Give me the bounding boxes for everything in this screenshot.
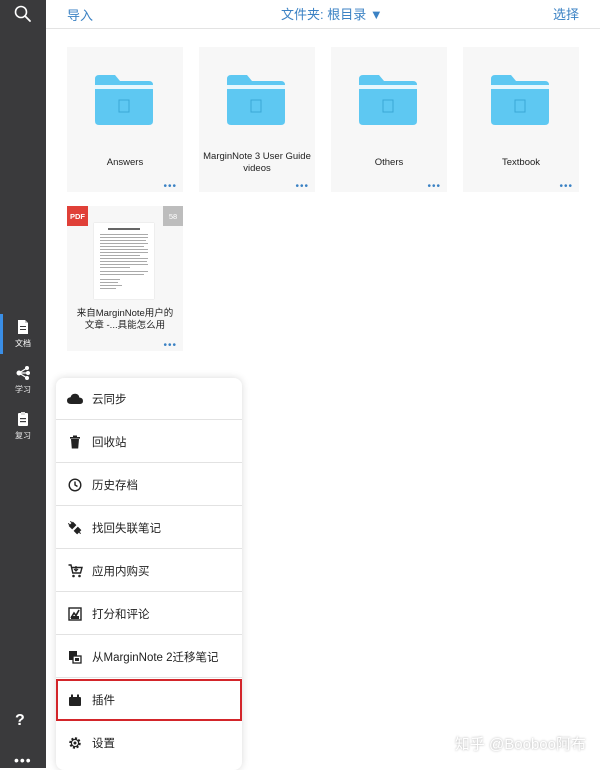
folder-name: MarginNote 3 User Guide videos — [203, 151, 311, 174]
document-icon — [18, 320, 28, 334]
menu-item-cloud-sync[interactable]: 云同步 — [56, 378, 242, 420]
document-thumbnail — [94, 223, 154, 299]
cart-icon — [67, 563, 83, 579]
search-icon[interactable] — [11, 2, 35, 26]
more-menu-icon[interactable]: ••• — [14, 752, 32, 768]
pdf-badge: PDF — [67, 206, 88, 226]
menu-item-label: 历史存档 — [92, 479, 138, 492]
menu-item-label: 回收站 — [92, 436, 127, 449]
clipboard-icon — [18, 412, 28, 426]
settings-icon — [67, 735, 83, 751]
page-count-badge: 58 — [163, 206, 183, 226]
sidebar: 文档 学习 复习 ? ••• — [0, 0, 46, 768]
folder-name: Textbook — [501, 157, 541, 168]
sidebar-item-label: 文档 — [15, 339, 31, 348]
help-icon[interactable]: ? — [15, 712, 25, 730]
more-menu-popup: 云同步 回收站 历史存档 找回失联笔记 应用内购买 打分和评论 从MarginN… — [56, 378, 242, 770]
folder-icon — [227, 75, 285, 125]
cloud-icon — [67, 391, 83, 407]
folder-name: Answers — [106, 157, 144, 168]
folder-tile-textbook[interactable]: Textbook ••• — [463, 47, 579, 192]
sidebar-item-label: 学习 — [15, 385, 31, 394]
menu-item-recover-notes[interactable]: 找回失联笔记 — [56, 507, 242, 549]
folder-tile-others[interactable]: Others ••• — [331, 47, 447, 192]
menu-item-history[interactable]: 历史存档 — [56, 464, 242, 506]
tile-more-icon[interactable]: ••• — [559, 181, 573, 192]
document-name: 来自MarginNote用户的文章 -...具能怎么用 — [76, 308, 174, 331]
select-button[interactable]: 选择 — [553, 4, 579, 23]
folder-icon — [95, 75, 153, 125]
menu-item-label: 找回失联笔记 — [92, 522, 161, 535]
folder-icon — [491, 75, 549, 125]
menu-item-label: 应用内购买 — [92, 565, 150, 578]
top-bar: 导入 文件夹: 根目录 ▼ 选择 — [46, 0, 600, 29]
watermark: 知乎 @Booboo阿布 — [454, 736, 586, 753]
menu-item-label: 云同步 — [92, 393, 127, 406]
folder-name: Others — [374, 157, 404, 168]
menu-item-label: 从MarginNote 2迁移笔记 — [92, 651, 219, 664]
history-icon — [67, 477, 83, 493]
trash-icon — [67, 434, 83, 450]
menu-item-in-app-purchase[interactable]: 应用内购买 — [56, 550, 242, 592]
sidebar-item-study[interactable]: 学习 — [0, 358, 46, 402]
menu-item-plugins[interactable]: 插件 — [56, 679, 242, 721]
migrate-icon — [67, 649, 83, 665]
folder-tile-user-guide[interactable]: MarginNote 3 User Guide videos ••• — [199, 47, 315, 192]
sidebar-item-label: 复习 — [15, 431, 31, 440]
mindmap-icon — [16, 366, 30, 380]
menu-item-rate-review[interactable]: 打分和评论 — [56, 593, 242, 635]
tile-more-icon[interactable]: ••• — [427, 181, 441, 192]
menu-item-settings[interactable]: 设置 — [56, 722, 242, 764]
tile-more-icon[interactable]: ••• — [163, 181, 177, 192]
menu-item-trash[interactable]: 回收站 — [56, 421, 242, 463]
menu-item-label: 插件 — [92, 695, 115, 707]
menu-item-migrate-notes[interactable]: 从MarginNote 2迁移笔记 — [56, 636, 242, 678]
tile-more-icon[interactable]: ••• — [163, 340, 177, 351]
folder-icon — [359, 75, 417, 125]
folder-selector[interactable]: 文件夹: 根目录 ▼ — [281, 4, 383, 23]
rating-icon — [67, 606, 83, 622]
sidebar-item-documents[interactable]: 文档 — [0, 312, 46, 356]
plugin-icon — [67, 692, 83, 708]
sidebar-item-review[interactable]: 复习 — [0, 404, 46, 448]
document-tile[interactable]: PDF 58 来自MarginNote用户的文章 -...具能怎么用 ••• — [67, 206, 183, 351]
menu-item-label: 设置 — [92, 738, 115, 750]
plug-icon — [67, 520, 83, 536]
tile-more-icon[interactable]: ••• — [295, 181, 309, 192]
folder-tile-answers[interactable]: Answers ••• — [67, 47, 183, 192]
import-button[interactable]: 导入 — [67, 5, 93, 24]
menu-item-label: 打分和评论 — [92, 608, 150, 621]
